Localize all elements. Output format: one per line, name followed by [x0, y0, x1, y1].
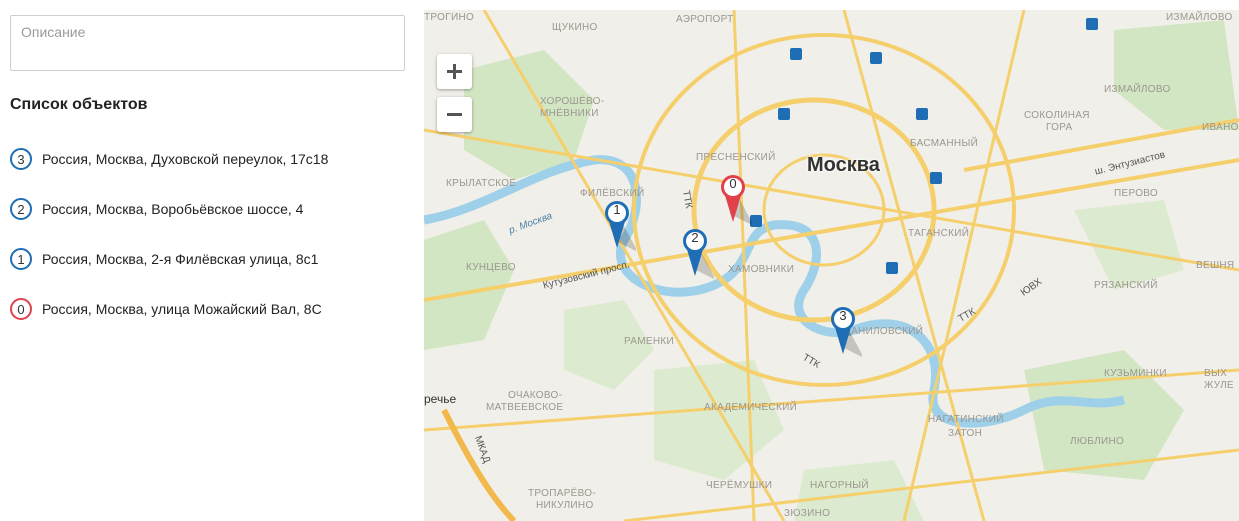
district-label: ОЧАКОВО-: [508, 390, 563, 401]
district-label: ХАМОВНИКИ: [728, 264, 795, 275]
district-label: БАСМАННЫЙ: [910, 138, 979, 149]
district-label: ЗЮЗИНО: [784, 508, 831, 519]
description-field[interactable]: [10, 15, 405, 71]
object-address: Россия, Москва, улица Можайский Вал, 8С: [42, 301, 322, 317]
district-label: ПЕРОВО: [1114, 188, 1159, 199]
object-list: 3 Россия, Москва, Духовской переулок, 17…: [10, 146, 328, 346]
zoom-out-button[interactable]: [437, 97, 472, 132]
marker-number: 3: [839, 308, 847, 323]
district-label: КРЫЛАТСКОЕ: [446, 178, 517, 189]
map-view[interactable]: ТРОГИНО ЩУКИНО АЭРОПОРТ ИЗМАЙЛОВО ХОРОШЁ…: [424, 10, 1239, 521]
city-label: Москва: [807, 154, 880, 176]
place-label: речье: [424, 392, 457, 406]
district-label: МНЁВНИКИ: [540, 108, 599, 119]
object-address: Россия, Москва, Воробьёвское шоссе, 4: [42, 201, 304, 217]
minus-icon: [447, 113, 462, 116]
district-label: РЯЗАНСКИЙ: [1094, 280, 1158, 291]
list-item[interactable]: 0 Россия, Москва, улица Можайский Вал, 8…: [10, 296, 328, 322]
left-panel: Список объектов 3 Россия, Москва, Духовс…: [0, 0, 420, 521]
list-item[interactable]: 1 Россия, Москва, 2-я Филёвская улица, 8…: [10, 246, 328, 272]
district-label: МАТВЕЕВСКОЕ: [486, 402, 564, 413]
list-item[interactable]: 3 Россия, Москва, Духовской переулок, 17…: [10, 146, 328, 172]
object-list-title: Список объектов: [10, 96, 148, 113]
district-label: ИЗМАЙЛОВО: [1104, 84, 1171, 95]
district-label: ЗАТОН: [948, 428, 983, 439]
district-label: ПРЕСНЕНСКИЙ: [696, 152, 776, 163]
zoom-in-button[interactable]: [437, 54, 472, 89]
object-number-badge: 2: [10, 198, 32, 220]
marker-number: 1: [613, 202, 621, 217]
object-number-badge: 3: [10, 148, 32, 170]
district-label: АЭРОПОРТ: [676, 14, 734, 25]
district-label: ТРОПАРЁВО-: [528, 488, 596, 499]
map-marker-3[interactable]: 3: [830, 306, 862, 358]
district-label: ЛЮБЛИНО: [1070, 436, 1125, 447]
district-label: НАГАТИНСКИЙ: [928, 414, 1004, 425]
district-label: НИКУЛИНО: [536, 500, 594, 511]
object-address: Россия, Москва, Духовской переулок, 17с1…: [42, 151, 329, 167]
district-label: ИЗМАЙЛОВО: [1166, 12, 1233, 23]
district-label: НАГОРНЫЙ: [810, 480, 869, 491]
district-label: КУЗЬМИНКИ: [1104, 368, 1167, 379]
district-label: ЖУЛЕ: [1204, 380, 1234, 391]
object-number-badge: 1: [10, 248, 32, 270]
district-label: ВЕШНЯ: [1196, 260, 1235, 271]
marker-number: 2: [691, 230, 699, 245]
map-marker-0[interactable]: 0: [720, 174, 752, 226]
marker-number: 0: [729, 176, 737, 191]
district-label: ЧЕРЁМУШКИ: [706, 480, 773, 491]
district-label: ГОРА: [1046, 122, 1073, 133]
district-label: ВЫХ: [1204, 368, 1228, 379]
district-label: ТАГАНСКИЙ: [908, 228, 970, 239]
list-item[interactable]: 2 Россия, Москва, Воробьёвское шоссе, 4: [10, 196, 328, 222]
map-marker-2[interactable]: 2: [682, 228, 714, 280]
district-label: АКАДЕМИЧЕСКИЙ: [704, 402, 798, 413]
district-label: ФИЛЁВСКИЙ: [580, 188, 645, 199]
district-label: ХОРОШЁВО-: [540, 96, 605, 107]
object-number-badge: 0: [10, 298, 32, 320]
district-label: ТРОГИНО: [424, 12, 475, 23]
district-label: СОКОЛИНАЯ: [1024, 110, 1090, 121]
district-label: КУНЦЕВО: [466, 262, 516, 273]
map-marker-1[interactable]: 1: [604, 200, 636, 252]
district-label: РАМЕНКИ: [624, 336, 675, 347]
district-label: ИВАНО: [1202, 122, 1239, 133]
object-address: Россия, Москва, 2-я Филёвская улица, 8с1: [42, 251, 319, 267]
district-label: ЩУКИНО: [552, 22, 598, 33]
